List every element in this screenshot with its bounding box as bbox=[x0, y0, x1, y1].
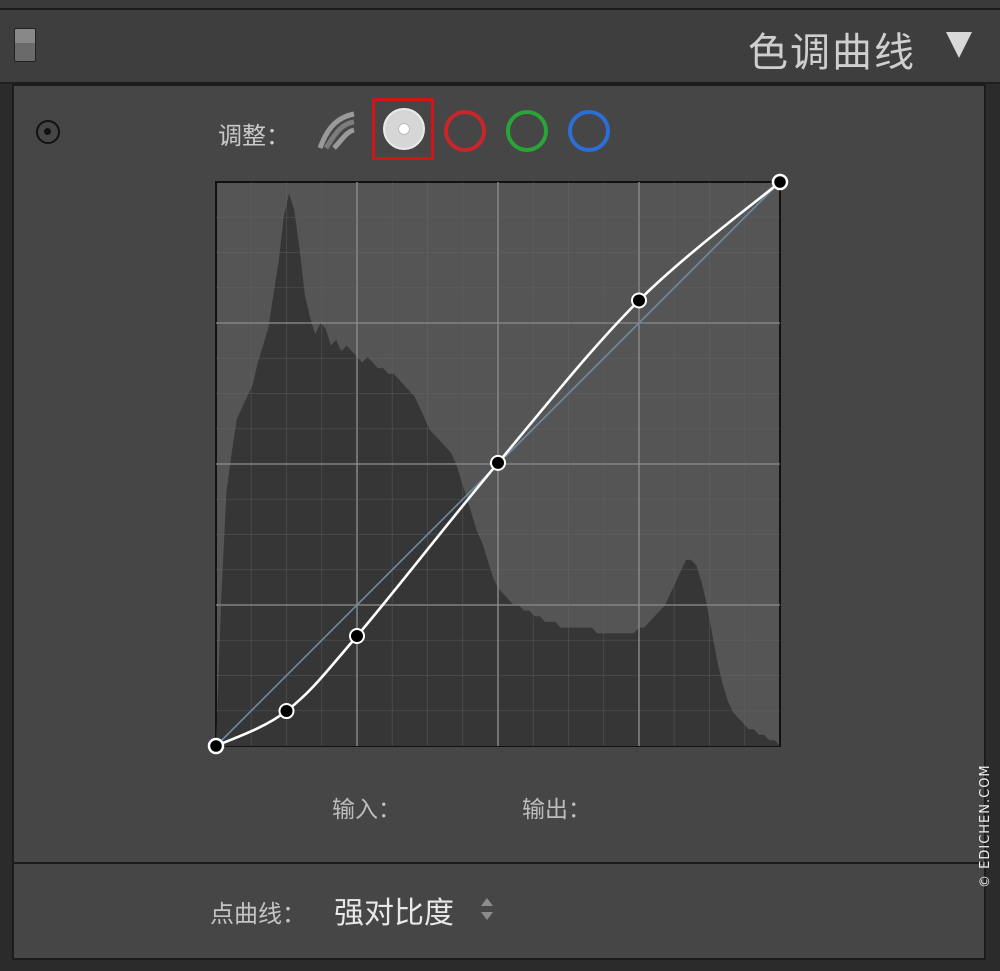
point-curve-footer: 点曲线： 强对比度 bbox=[12, 862, 986, 960]
curve-control-point[interactable] bbox=[349, 628, 365, 645]
green-channel-icon[interactable] bbox=[506, 110, 548, 152]
curve-control-point[interactable] bbox=[771, 173, 789, 191]
panel-header[interactable]: 色调曲线 bbox=[0, 10, 1000, 84]
triangle-down-icon[interactable] bbox=[946, 32, 972, 58]
blue-channel-icon[interactable] bbox=[568, 110, 610, 152]
curve-control-point[interactable] bbox=[207, 737, 225, 755]
parametric-curve-icon[interactable] bbox=[316, 110, 358, 152]
panel-switch-icon[interactable] bbox=[14, 28, 36, 62]
panel-title: 色调曲线 bbox=[748, 30, 916, 76]
point-curve-label: 点曲线： bbox=[210, 900, 306, 928]
rgb-channel-icon[interactable] bbox=[383, 108, 425, 150]
input-label: 输入： bbox=[332, 797, 401, 823]
output-label: 输出： bbox=[522, 797, 591, 823]
tone-curve-panel: 调整： 输入： 输出： bbox=[12, 84, 986, 864]
top-strip bbox=[0, 0, 1000, 10]
adjust-label: 调整： bbox=[218, 122, 290, 150]
point-curve-preset-select[interactable]: 强对比度 bbox=[334, 888, 454, 932]
target-adjust-icon[interactable] bbox=[36, 120, 60, 144]
rgb-channel-selection bbox=[372, 98, 434, 160]
curve-control-point[interactable] bbox=[278, 703, 295, 720]
curve-control-point[interactable] bbox=[490, 454, 506, 471]
red-channel-icon[interactable] bbox=[444, 110, 486, 152]
curve-control-point[interactable] bbox=[631, 292, 647, 309]
up-down-stepper-icon[interactable] bbox=[480, 896, 494, 922]
watermark: © EDICHEN.COM bbox=[978, 764, 993, 888]
tone-curve-graph[interactable] bbox=[204, 170, 804, 770]
